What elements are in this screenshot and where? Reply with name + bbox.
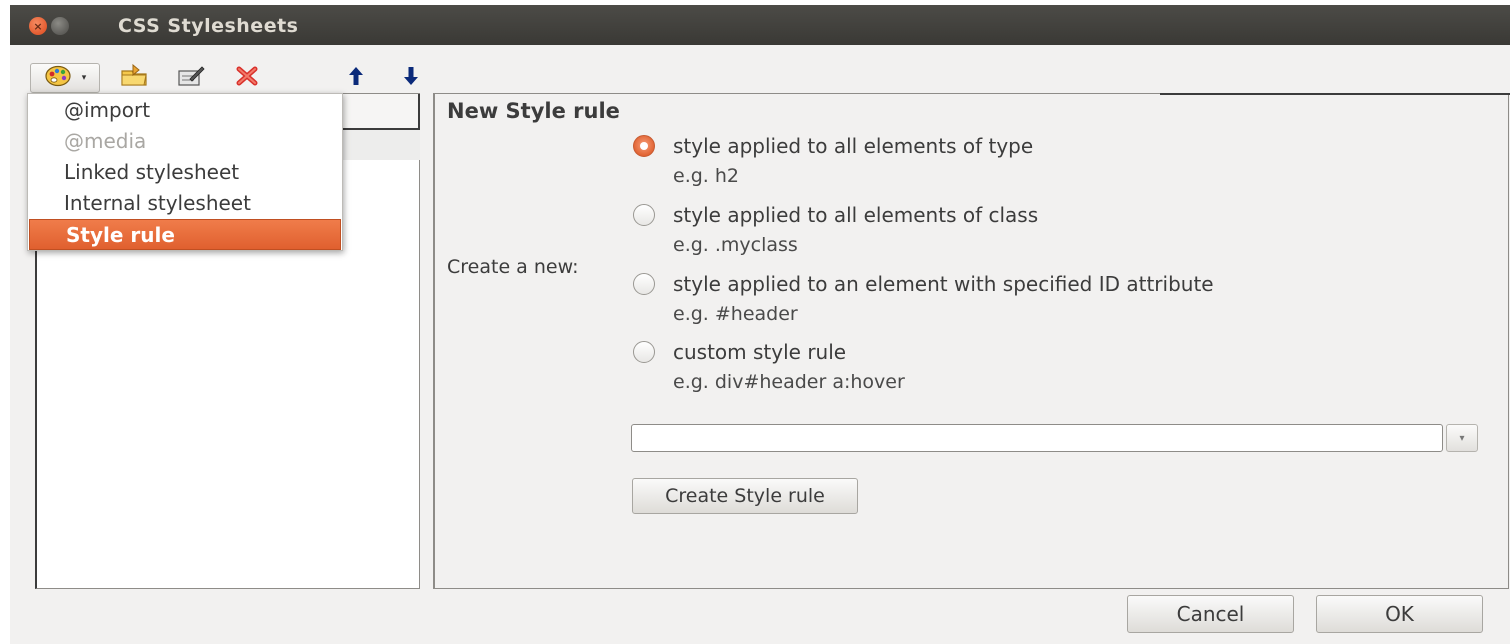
close-icon: ×: [33, 19, 43, 33]
radio-option-id[interactable]: style applied to an element with specifi…: [633, 269, 1214, 299]
cancel-button[interactable]: Cancel: [1127, 595, 1294, 633]
radio-button[interactable]: [633, 341, 655, 363]
selector-combobox: ▾: [631, 424, 1481, 452]
css-stylesheets-dialog: × CSS Stylesheets ▾ New Style rule Creat…: [10, 5, 1510, 644]
ok-button[interactable]: OK: [1316, 595, 1483, 633]
menu-item-style-rule[interactable]: Style rule: [29, 219, 341, 250]
radio-option-custom[interactable]: custom style rule: [633, 337, 846, 367]
close-window-button[interactable]: ×: [29, 17, 47, 35]
menu-item-import[interactable]: @import: [28, 95, 342, 126]
radio-button[interactable]: [633, 273, 655, 295]
move-up-button[interactable]: [341, 63, 371, 93]
selector-input[interactable]: [631, 424, 1443, 452]
radio-label: style applied to all elements of class: [673, 203, 1039, 227]
new-item-menu: @import @media Linked stylesheet Interna…: [27, 93, 343, 251]
move-down-icon: [402, 65, 420, 91]
edit-icon: [176, 63, 206, 93]
new-item-dropdown-button[interactable]: ▾: [30, 63, 100, 93]
radio-label: style applied to all elements of type: [673, 134, 1034, 158]
new-style-palette-icon: [44, 64, 74, 92]
menu-item-media: @media: [64, 129, 147, 153]
delete-icon: [234, 64, 260, 92]
create-new-label: Create a new:: [447, 256, 579, 278]
title-bar: × CSS Stylesheets: [10, 5, 1510, 45]
example-text: e.g. h2: [673, 165, 739, 187]
panel-title: New Style rule: [447, 99, 620, 123]
new-style-rule-panel: New Style rule Create a new: style appli…: [433, 93, 1510, 589]
window-title: CSS Stylesheets: [118, 15, 299, 37]
menu-item-linked-stylesheet[interactable]: Linked stylesheet: [28, 157, 342, 188]
example-text: e.g. div#header a:hover: [673, 371, 905, 393]
import-button[interactable]: [116, 63, 152, 93]
radio-label: style applied to an element with specifi…: [673, 272, 1214, 296]
maximize-window-button[interactable]: [51, 17, 69, 35]
move-up-icon: [347, 65, 365, 91]
example-text: e.g. .myclass: [673, 234, 798, 256]
radio-button-checked[interactable]: [633, 135, 655, 157]
selector-dropdown-button[interactable]: ▾: [1446, 424, 1478, 452]
import-icon: [118, 63, 150, 93]
example-text: e.g. #header: [673, 303, 798, 325]
edit-button[interactable]: [173, 63, 209, 93]
toolbar: ▾: [30, 63, 450, 95]
radio-option-type[interactable]: style applied to all elements of type: [633, 131, 1033, 161]
panel-divider: [1160, 93, 1510, 95]
radio-option-class[interactable]: style applied to all elements of class: [633, 200, 1038, 230]
radio-label: custom style rule: [673, 340, 847, 364]
chevron-down-icon: ▾: [81, 73, 87, 83]
radio-button[interactable]: [633, 204, 655, 226]
chevron-down-icon: ▾: [1459, 432, 1465, 444]
delete-button[interactable]: [230, 63, 264, 93]
menu-item-internal-stylesheet[interactable]: Internal stylesheet: [28, 188, 342, 219]
move-down-button[interactable]: [396, 63, 426, 93]
create-style-rule-button[interactable]: Create Style rule: [632, 478, 858, 514]
